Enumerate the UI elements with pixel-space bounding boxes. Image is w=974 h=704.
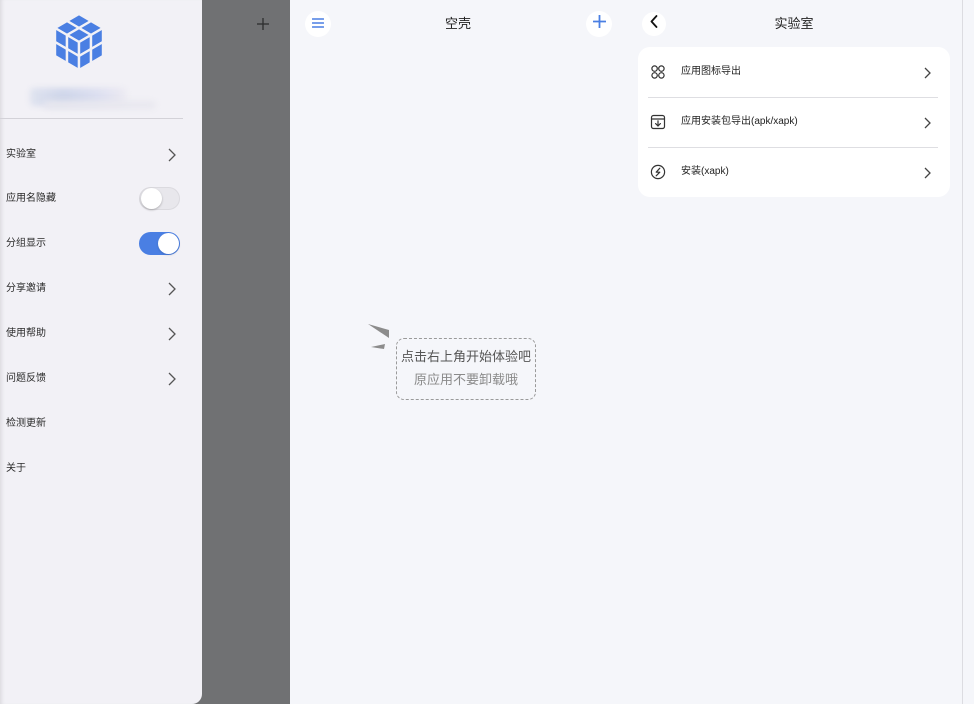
- chevron-right-icon: [168, 372, 176, 386]
- chevron-right-icon: [168, 282, 176, 296]
- window-edge: [962, 0, 974, 704]
- navigation-drawer: 实验室 应用名隐藏 分组显示 分享邀请 使用帮助 问题反馈 检测更新 关于: [0, 0, 202, 704]
- menu-item-share-invite[interactable]: 分享邀请: [0, 267, 202, 311]
- package-export-icon: [650, 114, 666, 130]
- chevron-right-icon: [924, 166, 931, 179]
- menu-item-label: 问题反馈: [6, 373, 46, 384]
- lab-header: 实验室: [626, 0, 962, 48]
- menu-item-feedback[interactable]: 问题反馈: [0, 357, 202, 401]
- menu-item-check-update[interactable]: 检测更新: [0, 402, 202, 446]
- main-panel: 空壳 点击右上角开始体验吧 原应用不要卸载哦: [290, 0, 626, 704]
- menu-item-label: 关于: [6, 463, 26, 474]
- lab-options-card: 应用图标导出 应用安装包导出(apk/xapk) 安装(xapk): [638, 47, 950, 197]
- toggle-knob: [158, 233, 179, 254]
- page-title: 空壳: [444, 16, 471, 31]
- menu-item-lab[interactable]: 实验室: [0, 133, 202, 177]
- menu-item-label: 使用帮助: [6, 328, 46, 339]
- menu-item-label: 分组显示: [6, 238, 46, 249]
- plus-icon: [256, 17, 270, 31]
- toggle-knob: [141, 188, 162, 209]
- install-xapk-row[interactable]: 安装(xapk): [638, 147, 950, 197]
- menu-item-label: 实验室: [6, 149, 36, 160]
- menu-item-help[interactable]: 使用帮助: [0, 312, 202, 356]
- empty-state-title: 点击右上角开始体验吧: [400, 349, 531, 364]
- install-icon: [650, 164, 666, 180]
- empty-state-box: 点击右上角开始体验吧 原应用不要卸载哦: [396, 338, 536, 400]
- export-app-icon-row[interactable]: 应用图标导出: [638, 47, 950, 97]
- app-screen: 实验室 应用名隐藏 分组显示 分享邀请 使用帮助 问题反馈 检测更新 关于 空壳…: [0, 0, 974, 704]
- export-apk-row[interactable]: 应用安装包导出(apk/xapk): [638, 97, 950, 147]
- chevron-right-icon: [924, 66, 931, 79]
- row-label: 应用图标导出: [681, 66, 741, 77]
- drawer-divider: [0, 118, 183, 119]
- add-button[interactable]: [586, 11, 612, 37]
- pointer-arrow-icon: [366, 320, 392, 352]
- app-logo: [52, 12, 106, 72]
- menu-item-label: 应用名隐藏: [6, 193, 56, 204]
- chevron-right-icon: [924, 116, 931, 129]
- menu-item-group-display: 分组显示: [0, 222, 202, 266]
- row-label: 应用安装包导出(apk/xapk): [681, 116, 798, 127]
- plus-icon: [592, 14, 606, 33]
- menu-item-label: 检测更新: [6, 418, 46, 429]
- menu-item-about[interactable]: 关于: [0, 447, 202, 491]
- empty-state-hint: 原应用不要卸载哦: [413, 372, 518, 387]
- menu-item-hide-app-name: 应用名隐藏: [0, 177, 202, 221]
- page-title: 实验室: [774, 16, 814, 31]
- menu-item-label: 分享邀请: [6, 283, 46, 294]
- app-icon-grid-icon: [650, 64, 666, 80]
- hide-app-name-toggle[interactable]: [139, 187, 180, 210]
- chevron-right-icon: [168, 148, 176, 162]
- chevron-right-icon: [168, 327, 176, 341]
- user-subtitle-blurred: [44, 101, 156, 109]
- lab-panel: 实验室 应用图标导出 应用安装包导出(apk/xapk) 安装(xapk): [626, 0, 962, 704]
- group-display-toggle[interactable]: [139, 232, 180, 255]
- row-label: 安装(xapk): [681, 166, 729, 177]
- main-header: 空壳: [290, 0, 626, 48]
